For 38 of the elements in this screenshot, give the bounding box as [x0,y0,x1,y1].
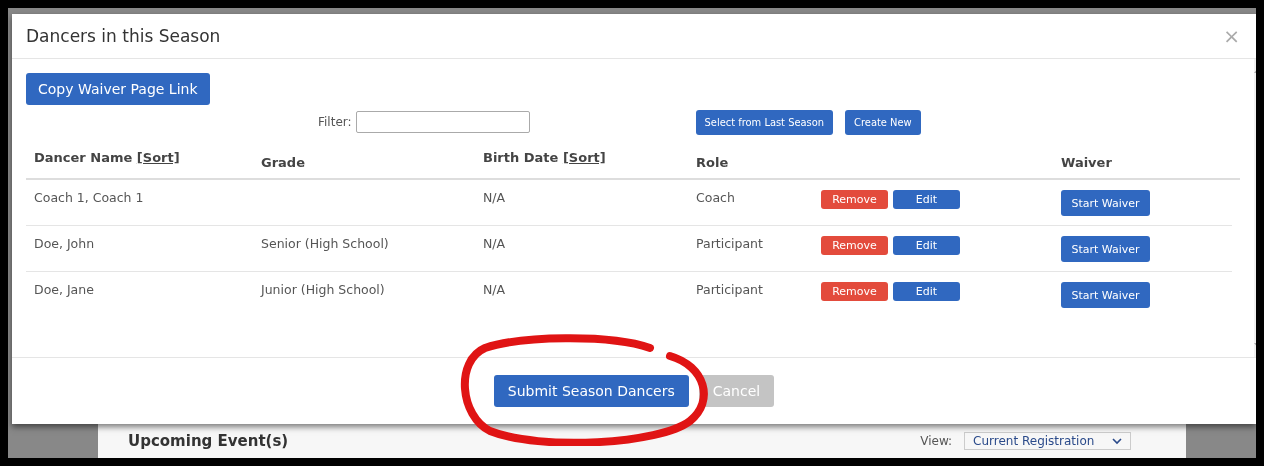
table-cell-text: Junior (High School) [261,282,386,297]
modal-title: Dancers in this Season [26,26,221,46]
remove-button[interactable]: Remove [821,236,888,255]
start-waiver-button[interactable]: Start Waiver [1061,236,1150,262]
view-label: View: [920,434,953,448]
table-cell-text: Participant [696,236,764,251]
column-header: Birth Date [Sort] [483,149,607,165]
action-button[interactable]: Select from Last Season [695,109,834,135]
filter-label: Filter: [318,115,352,129]
action-button[interactable]: Create New [845,109,921,135]
table-cell-text: Doe, Jane [34,282,95,297]
column-header: Role [696,153,730,170]
footer-button[interactable]: Submit Season Dancers [493,375,689,407]
edit-button[interactable]: Edit [893,282,960,301]
column-header: Waiver [1061,153,1113,170]
edit-button[interactable]: Edit [893,236,960,255]
sort-link[interactable]: [Sort] [136,149,180,165]
table-cell-text: Coach 1, Coach 1 [34,190,145,205]
view-select[interactable]: Current Registration [964,432,1132,450]
start-waiver-button[interactable]: Start Waiver [1061,282,1150,308]
remove-button[interactable]: Remove [821,282,888,301]
filter-field[interactable] [355,111,530,133]
sort-link[interactable]: [Sort] [562,149,606,165]
table-cell-text: Coach [696,190,736,205]
copy-link-button[interactable]: Copy Waiver Page Link [26,73,210,105]
table-cell-text: N/A [483,190,507,205]
column-header: Dancer Name [Sort] [34,149,181,165]
start-waiver-button[interactable]: Start Waiver [1061,190,1150,216]
chevron-icon [1112,437,1123,445]
table-cell-text: Doe, John [34,236,96,251]
edit-button[interactable]: Edit [893,190,960,209]
table-cell-text: Participant [696,282,764,297]
table-cell-text: N/A [483,282,507,297]
remove-button[interactable]: Remove [821,190,888,209]
table-cell-text: Senior (High School) [261,236,390,251]
page-heading: Upcoming Event(s) [128,432,289,450]
table-cell-text: N/A [483,236,507,251]
column-header: Grade [261,153,306,170]
